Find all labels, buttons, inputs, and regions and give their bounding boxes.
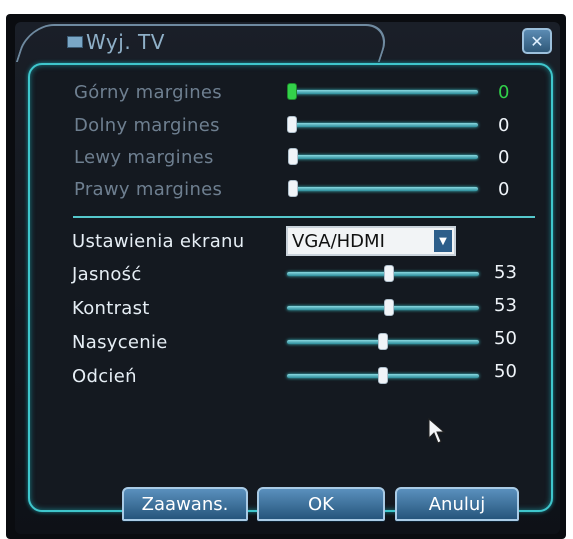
bottom-margin-slider[interactable] <box>290 123 478 127</box>
left-margin-value: 0 <box>498 147 510 168</box>
hue-thumb[interactable] <box>378 367 388 384</box>
label-top-margin: Górny margines <box>74 82 222 103</box>
brightness-value: 53 <box>494 262 517 283</box>
close-icon: ✕ <box>530 31 544 51</box>
label-screen-settings: Ustawienia ekranu <box>72 231 245 252</box>
contrast-value: 53 <box>494 295 517 316</box>
label-left-margin: Lewy margines <box>74 147 214 168</box>
brightness-slider[interactable] <box>287 272 479 276</box>
label-hue: Odcień <box>72 366 137 387</box>
close-button[interactable]: ✕ <box>522 28 552 54</box>
label-saturation: Nasycenie <box>72 332 168 353</box>
dialog-title: Wyj. TV <box>86 30 165 54</box>
label-right-margin: Prawy margines <box>74 179 223 200</box>
contrast-thumb[interactable] <box>384 299 394 316</box>
saturation-value: 50 <box>494 328 517 349</box>
label-brightness: Jasność <box>72 264 142 285</box>
left-margin-thumb[interactable] <box>288 148 298 165</box>
chevron-down-icon[interactable]: ▼ <box>434 230 452 252</box>
bottom-margin-thumb[interactable] <box>287 116 297 133</box>
right-margin-value: 0 <box>498 179 510 200</box>
top-margin-thumb[interactable] <box>287 83 297 100</box>
left-margin-slider[interactable] <box>290 155 478 159</box>
screen-output-select[interactable]: VGA/HDMI ▼ <box>286 226 456 256</box>
hue-value: 50 <box>494 361 517 382</box>
top-margin-slider[interactable] <box>290 90 478 94</box>
section-divider <box>73 216 535 218</box>
top-margin-value: 0 <box>498 82 510 103</box>
tv-icon <box>67 36 83 48</box>
contrast-slider[interactable] <box>287 306 479 310</box>
advanced-button[interactable]: Zaawans. <box>122 487 248 521</box>
cancel-button[interactable]: Anuluj <box>395 487 519 521</box>
saturation-thumb[interactable] <box>378 333 388 350</box>
screen-output-value: VGA/HDMI <box>292 230 385 252</box>
ok-button[interactable]: OK <box>257 487 385 521</box>
mouse-pointer-icon <box>428 418 446 444</box>
label-bottom-margin: Dolny margines <box>74 115 220 136</box>
right-margin-slider[interactable] <box>290 187 478 191</box>
brightness-thumb[interactable] <box>384 265 394 282</box>
right-margin-thumb[interactable] <box>288 180 298 197</box>
label-contrast: Kontrast <box>72 298 150 319</box>
bottom-margin-value: 0 <box>498 115 510 136</box>
